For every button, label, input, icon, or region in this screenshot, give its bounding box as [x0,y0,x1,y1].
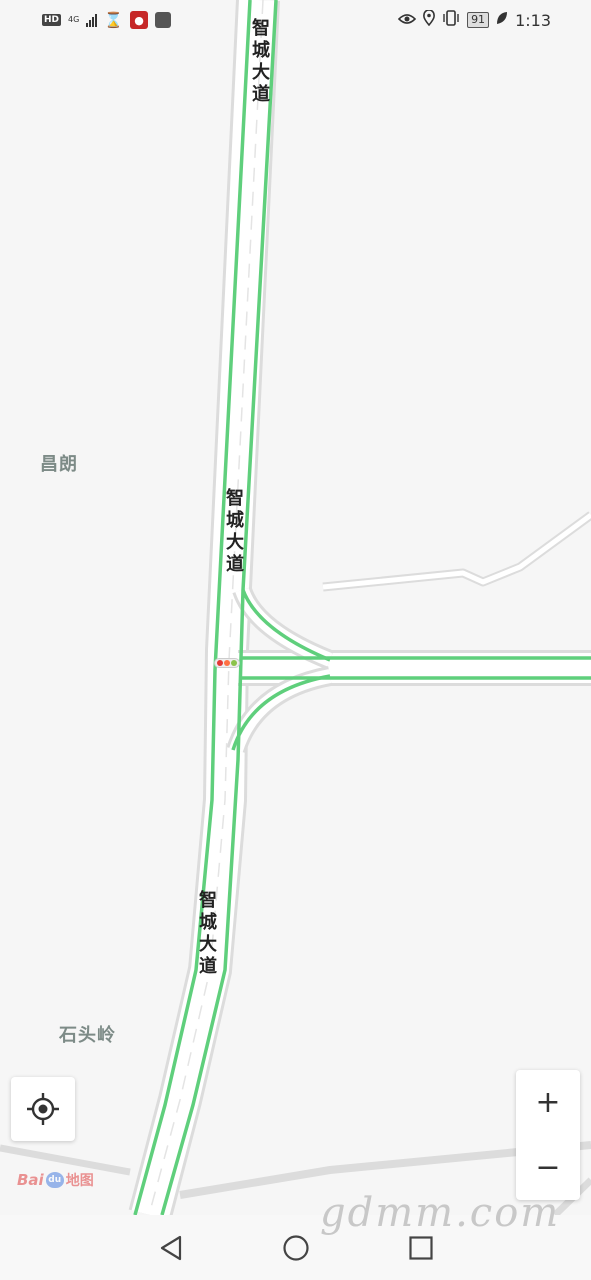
locate-me-button[interactable] [11,1077,75,1141]
place-label-shitouling: 石头岭 [59,1025,116,1046]
eye-icon [397,11,417,29]
network-type: 4G [68,15,80,24]
road-label-zhicheng-2: 智城大道 [226,488,244,575]
location-icon [423,9,436,30]
road-label-zhicheng-3: 智城大道 [199,890,217,977]
place-label-changlang: 昌朗 [40,454,78,475]
recents-button[interactable] [406,1233,436,1263]
watermark: gdmm.com [320,1190,561,1236]
clock: 1:13 [515,10,551,30]
baidu-map-logo: Bai du 地图 [17,1170,94,1190]
locate-icon [27,1093,59,1125]
mic-icon: ● [130,11,148,29]
leaf-icon [496,11,508,29]
battery-level: 91 [467,12,490,28]
zoom-control: + − [516,1070,580,1200]
signal-icon [86,13,98,27]
traffic-light-amber [223,660,230,666]
traffic-light-green [231,660,238,666]
zoom-in-button[interactable]: + [516,1070,580,1135]
logo-cn: 地图 [65,1173,94,1189]
home-icon [282,1234,309,1261]
vibrate-icon [442,10,460,30]
back-icon [160,1235,181,1260]
logo-bai: Bai [17,1171,44,1189]
app-icon [155,12,171,28]
traffic-light-icon[interactable] [214,658,240,668]
hd-badge: HD [42,14,62,26]
status-bar: HD 4G ⌛ ● 91 1:13 [0,0,591,40]
logo-paw-icon: du [45,1172,64,1188]
hourglass-icon: ⌛ [104,11,123,29]
traffic-light-red [216,660,223,666]
recents-icon [408,1235,433,1260]
home-button[interactable] [281,1233,311,1263]
back-button[interactable] [156,1233,186,1263]
